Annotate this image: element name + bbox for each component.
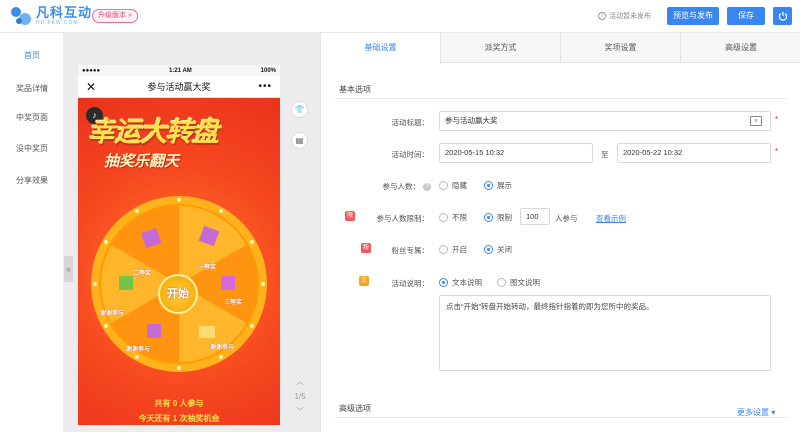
page-indicator: 1/5 [294,392,306,401]
phone-page-title: 参与活动赢大奖 [147,82,211,92]
required-mark: * [775,115,779,124]
start-button[interactable]: 开始 [158,274,198,314]
nav-item-prize-detail[interactable]: 奖品详情 [0,83,64,94]
title-label: 活动标题： [391,118,430,127]
close-icon[interactable]: ✕ [86,76,96,98]
phone-nav-bar: ✕ 参与活动赢大奖 ••• [78,76,280,98]
title-value: 参与活动赢大奖 [445,116,498,125]
remaining-chances: 今天还有 1 次抽奖机会 [138,414,220,423]
tab-prize-delivery[interactable]: 派奖方式 [441,33,561,63]
top-bar: 凡科互动 HD.FKW.COM 升级版本 » i 活动暂未发布 预览与发布 保存 [0,0,800,33]
description-textarea[interactable]: 点击“开始”转盘开始转动，最终指针指着的即为您所中的奖品。 [439,295,771,371]
prize-label: 二等奖 [133,271,152,277]
logo-mark-icon [10,6,32,26]
page-pager: ︿ 1/5 ﹀ [289,376,311,418]
nav-item-share[interactable]: 分享效果 [0,175,64,186]
settings-tabs: 基础设置 派奖方式 奖项设置 高级设置 [321,33,800,64]
to-label: 至 [601,150,609,159]
help-icon[interactable]: ? [423,183,431,192]
advanced-section-title: 高级选项 [339,404,371,413]
desc-label: 活动说明： [391,279,430,288]
publish-status: i 活动暂未发布 [598,11,651,21]
logo[interactable]: 凡科互动 HD.FKW.COM [10,6,92,26]
battery-text: 100% [260,67,276,74]
prize-label: 谢谢参与 [210,345,235,351]
fans-label: 粉丝专属： [391,246,430,255]
fans-on-radio[interactable]: 开启 [439,244,467,255]
save-button[interactable]: 保存 [727,7,765,25]
info-icon: i [598,12,606,20]
divider [335,98,787,99]
power-button[interactable] [773,7,792,25]
nav-item-lose-page[interactable]: 没中奖页 [0,143,64,154]
signal-icon: ●●●●● [82,67,101,74]
view-example-link[interactable]: 查看示例 [596,213,626,224]
divider [335,417,787,418]
banner-main-title: 幸运大转盘 [88,117,219,147]
page-down-icon[interactable]: ﹀ [289,406,311,418]
limit-unit: 人参与 [555,214,578,223]
participants-hide-radio[interactable]: 隐藏 [439,180,467,191]
left-nav: 首页 奖品详情 中奖页面 没中奖页 分享效果 [0,33,64,432]
page-up-icon[interactable]: ︿ [289,376,311,388]
upgrade-button[interactable]: 升级版本 » [92,9,138,23]
banner-subtitle: 抽奖乐翻天 [104,153,180,170]
nav-item-home[interactable]: 首页 [0,50,64,61]
lottery-stage[interactable]: ♪ 幸运大转盘 抽奖乐翻天 二等奖 一等奖 三等奖 谢谢参与 谢谢参与 谢谢参与… [78,98,280,425]
brand-sub: HD.FKW.COM [36,20,79,26]
required-mark: * [775,147,779,156]
tab-basic-settings[interactable]: 基础设置 [321,33,441,64]
desc-image-text-radio[interactable]: 图文说明 [497,277,540,288]
time-label: 活动时间： [391,150,430,159]
basic-section-title: 基本选项 [339,85,371,94]
prize-label: 三等奖 [224,300,243,306]
preview-tools: 👕 ▤ [291,101,308,163]
text-format-icon[interactable]: ≡ [750,116,762,126]
more-icon[interactable]: ••• [258,76,272,98]
tab-prize-settings[interactable]: 奖项设置 [561,33,681,63]
tab-advanced-settings[interactable]: 高级设置 [681,33,800,63]
collapse-nav-button[interactable]: « [64,256,73,282]
brand-name: 凡科互动 [36,5,93,20]
limit-on-radio[interactable]: 限制 [484,212,512,223]
power-icon [778,11,787,21]
phone-status-bar: ●●●●● 1:21 AM 100% [78,65,280,76]
end-time-input[interactable]: 2020-05-22 10:32 [617,143,771,163]
participants-show-radio[interactable]: 展示 [484,180,512,191]
preview-publish-button[interactable]: 预览与发布 [667,7,719,25]
title-input[interactable]: 参与活动赢大奖 ≡ [439,111,771,131]
prize-label: 谢谢参与 [126,347,151,353]
prize-label: 一等奖 [198,265,217,271]
limit-count-input[interactable]: 100 [520,208,550,225]
start-time-input[interactable]: 2020-05-15 10:32 [439,143,593,163]
desc-text-radio[interactable]: 文本说明 [439,277,482,288]
limit-label: 参与人数限制： [376,214,430,223]
nav-item-win-page[interactable]: 中奖页面 [0,112,64,123]
phone-time: 1:21 AM [168,67,192,74]
settings-panel: 基础设置 派奖方式 奖项设置 高级设置 基本选项 活动标题： 参与活动赢大奖 ≡… [320,33,800,432]
phone-preview: ●●●●● 1:21 AM 100% ✕ 参与活动赢大奖 ••• ♪ 幸运大转盘… [78,65,280,425]
publish-status-text: 活动暂未发布 [609,13,651,20]
participants-label: 参与人数：? [331,181,431,192]
theme-shirt-icon[interactable]: 👕 [291,101,308,118]
save-template-icon[interactable]: ▤ [291,132,308,149]
prize-label: 谢谢参与 [100,311,125,317]
more-settings-link[interactable]: 更多设置 ▾ [737,407,775,418]
limit-none-radio[interactable]: 不限 [439,212,467,223]
participant-count: 共有 0 人参与 [154,399,204,408]
fans-off-radio[interactable]: 关闭 [484,244,512,255]
